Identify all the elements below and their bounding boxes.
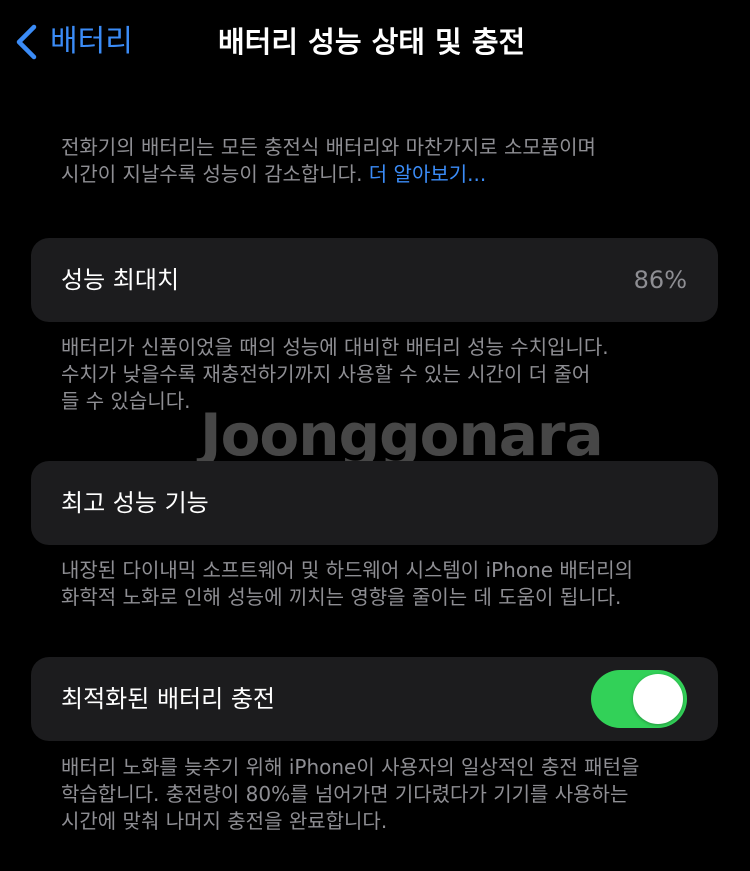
footnote-line: 학습합니다. 충전량이 80%를 넘어가면 기다렸다가 기기를 사용하는 (61, 782, 629, 806)
intro-line-text: 시간이 지날수록 성능이 감소합니다. (61, 162, 363, 186)
max-capacity-value: 86% (633, 266, 687, 294)
intro-text: 전화기의 배터리는 모든 충전식 배터리와 마찬가지로 소모품이며 시간이 지날… (61, 134, 701, 188)
max-capacity-row: 성능 최대치 86% (31, 238, 718, 322)
optimized-charging-row: 최적화된 배터리 충전 (31, 657, 718, 741)
intro-line: 전화기의 배터리는 모든 충전식 배터리와 마찬가지로 소모품이며 (61, 135, 596, 159)
optimized-charging-footnote: 배터리 노화를 늦추기 위해 iPhone이 사용자의 일상적인 충전 패턴을 … (61, 754, 701, 835)
footnote-line: 화학적 노화로 인해 성능에 끼치는 영향을 줄이는 데 도움이 됩니다. (61, 585, 622, 609)
footnote-line: 내장된 다이내믹 소프트웨어 및 하드웨어 시스템이 iPhone 배터리의 (61, 558, 634, 582)
footnote-line: 시간에 맞춰 나머지 충전을 완료합니다. (61, 809, 388, 833)
chevron-left-icon (14, 22, 38, 62)
toggle-knob (633, 674, 683, 724)
footnote-line: 배터리 노화를 늦추기 위해 iPhone이 사용자의 일상적인 충전 패턴을 (61, 755, 640, 779)
peak-performance-label: 최고 성능 기능 (61, 489, 209, 517)
learn-more-link[interactable]: 더 알아보기... (369, 162, 486, 186)
watermark: Joonggonara (200, 401, 604, 469)
footnote-line: 배터리가 신품이었을 때의 성능에 대비한 배터리 성능 수치입니다. (61, 335, 609, 359)
optimized-charging-toggle[interactable] (591, 670, 687, 728)
back-button[interactable]: 배터리 (14, 22, 133, 62)
back-button-label: 배터리 (50, 24, 133, 59)
page-title: 배터리 성능 상태 및 충전 (218, 25, 526, 59)
max-capacity-label: 성능 최대치 (61, 266, 180, 294)
optimized-charging-label: 최적화된 배터리 충전 (61, 685, 275, 713)
peak-performance-footnote: 내장된 다이내믹 소프트웨어 및 하드웨어 시스템이 iPhone 배터리의 화… (61, 557, 701, 611)
peak-performance-row: 최고 성능 기능 (31, 461, 718, 545)
footnote-line: 수치가 낮을수록 재충전하기까지 사용할 수 있는 시간이 더 줄어 (61, 362, 591, 386)
intro-line: 시간이 지날수록 성능이 감소합니다. 더 알아보기... (61, 161, 701, 188)
navigation-bar: 배터리 배터리 성능 상태 및 충전 (0, 0, 750, 84)
